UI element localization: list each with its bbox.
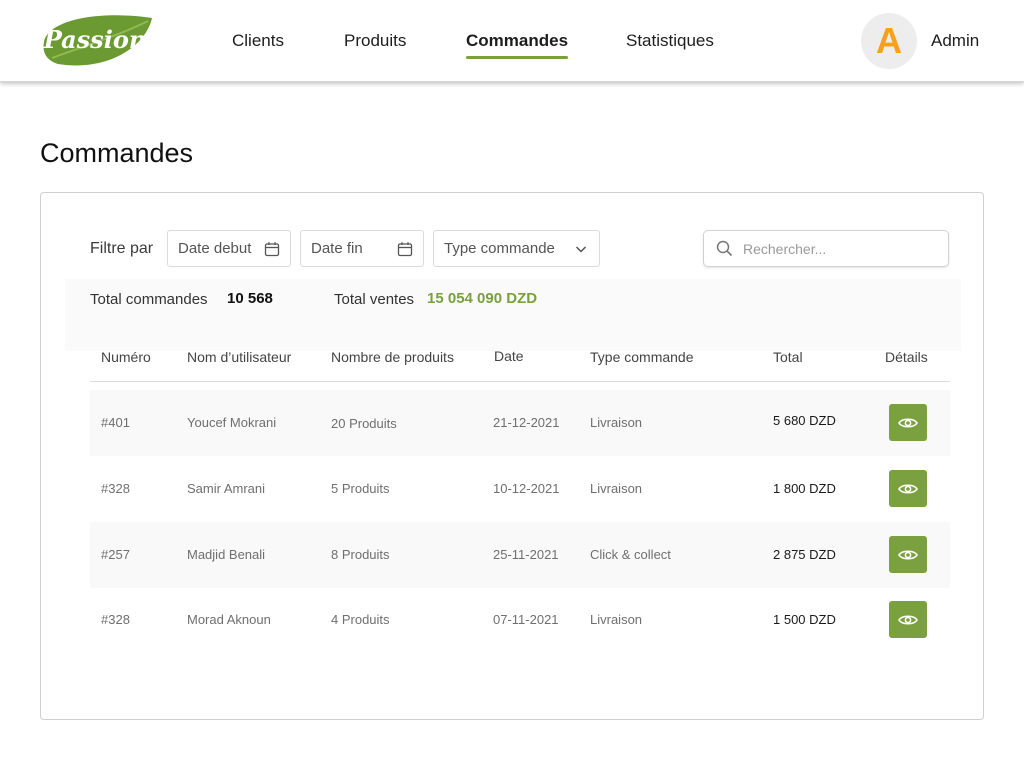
order-id: #328 bbox=[101, 612, 130, 627]
order-products: 8 Produits bbox=[331, 547, 390, 562]
view-details-button[interactable] bbox=[889, 404, 927, 441]
order-type: Click & collect bbox=[590, 547, 671, 562]
eye-icon bbox=[898, 483, 918, 494]
view-details-button[interactable] bbox=[889, 470, 927, 507]
order-type-text: Type commande bbox=[444, 240, 555, 257]
nav-statistiques-label: Statistiques bbox=[626, 31, 714, 50]
date-end-text: Date fin bbox=[311, 240, 363, 257]
col-type: Type commande bbox=[590, 349, 694, 365]
order-products: 4 Produits bbox=[331, 612, 390, 627]
search-input[interactable] bbox=[743, 240, 933, 257]
nav-commandes-label: Commandes bbox=[466, 31, 569, 50]
nav-commandes[interactable]: Commandes bbox=[466, 31, 569, 59]
header-divider bbox=[90, 381, 950, 382]
total-orders-label: Total commandes bbox=[90, 291, 208, 308]
active-nav-underline bbox=[466, 56, 569, 59]
logo-text: Passion bbox=[43, 25, 147, 54]
filter-label: Filtre par bbox=[90, 240, 154, 257]
order-date: 21-12-2021 bbox=[493, 415, 560, 430]
col-date: Date bbox=[494, 348, 524, 364]
col-numero: Numéro bbox=[101, 349, 151, 365]
orders-card: Filtre par Date debut Date fin Type comm… bbox=[40, 192, 984, 720]
view-details-button[interactable] bbox=[889, 536, 927, 573]
col-total: Total bbox=[773, 349, 803, 365]
col-user: Nom d’utilisateur bbox=[187, 349, 292, 365]
order-total: 2 875 DZD bbox=[773, 547, 836, 562]
table-row[interactable]: #328 Samir Amrani 5 Produits 10-12-2021 … bbox=[90, 456, 950, 522]
top-header: Passion Clients Produits Commandes Stati… bbox=[0, 0, 1024, 82]
search-box[interactable] bbox=[703, 230, 949, 267]
eye-icon bbox=[898, 614, 918, 625]
order-type: Livraison bbox=[590, 481, 643, 496]
nav-produits[interactable]: Produits bbox=[344, 31, 406, 51]
passion-logo[interactable]: Passion bbox=[38, 12, 154, 70]
table-row[interactable]: #328 Morad Aknoun 4 Produits 07-11-2021 … bbox=[90, 587, 950, 653]
order-user: Madjid Benali bbox=[187, 547, 266, 562]
nav-statistiques[interactable]: Statistiques bbox=[626, 31, 714, 51]
date-start-text: Date debut bbox=[178, 240, 252, 257]
total-orders-value: 10 568 bbox=[227, 290, 273, 307]
table-row[interactable]: #401 Youcef Mokrani 20 Produits 21-12-20… bbox=[90, 390, 950, 456]
order-type: Livraison bbox=[590, 612, 643, 627]
order-id: #257 bbox=[101, 547, 130, 562]
table-row[interactable]: #257 Madjid Benali 8 Produits 25-11-2021… bbox=[90, 522, 950, 588]
order-total: 1 800 DZD bbox=[773, 481, 836, 496]
eye-icon bbox=[898, 417, 918, 428]
total-sales-label: Total ventes bbox=[334, 291, 415, 308]
order-date: 07-11-2021 bbox=[493, 612, 559, 627]
order-id: #401 bbox=[101, 415, 130, 430]
col-details: Détails bbox=[885, 349, 928, 365]
order-type: Livraison bbox=[590, 415, 643, 430]
date-end-field[interactable]: Date fin bbox=[300, 230, 424, 267]
date-start-field[interactable]: Date debut bbox=[167, 230, 291, 267]
avatar-letter: A bbox=[876, 20, 902, 61]
page-title: Commandes bbox=[40, 138, 194, 168]
search-icon bbox=[716, 240, 733, 257]
order-products: 5 Produits bbox=[331, 481, 390, 496]
order-type-select[interactable]: Type commande bbox=[433, 230, 600, 267]
order-user: Morad Aknoun bbox=[187, 612, 271, 627]
order-total: 1 500 DZD bbox=[773, 612, 836, 627]
view-details-button[interactable] bbox=[889, 601, 927, 638]
order-user: Samir Amrani bbox=[187, 481, 266, 496]
order-total: 5 680 DZD bbox=[773, 413, 836, 428]
user-avatar[interactable]: A bbox=[861, 13, 917, 69]
nav-produits-label: Produits bbox=[344, 31, 407, 50]
order-products: 20 Produits bbox=[331, 416, 397, 431]
calendar-icon bbox=[397, 241, 413, 256]
nav-clients-label: Clients bbox=[232, 31, 284, 50]
calendar-icon bbox=[264, 241, 280, 256]
order-date: 10-12-2021 bbox=[493, 481, 560, 496]
order-date: 25-11-2021 bbox=[493, 547, 559, 562]
user-name[interactable]: Admin bbox=[931, 31, 979, 51]
total-sales-value: 15 054 090 DZD bbox=[427, 290, 538, 307]
order-user: Youcef Mokrani bbox=[187, 415, 277, 430]
eye-icon bbox=[898, 549, 918, 560]
order-id: #328 bbox=[101, 481, 130, 496]
nav-clients[interactable]: Clients bbox=[232, 31, 284, 51]
chevron-down-icon bbox=[575, 245, 587, 253]
col-products: Nombre de produits bbox=[331, 349, 454, 365]
